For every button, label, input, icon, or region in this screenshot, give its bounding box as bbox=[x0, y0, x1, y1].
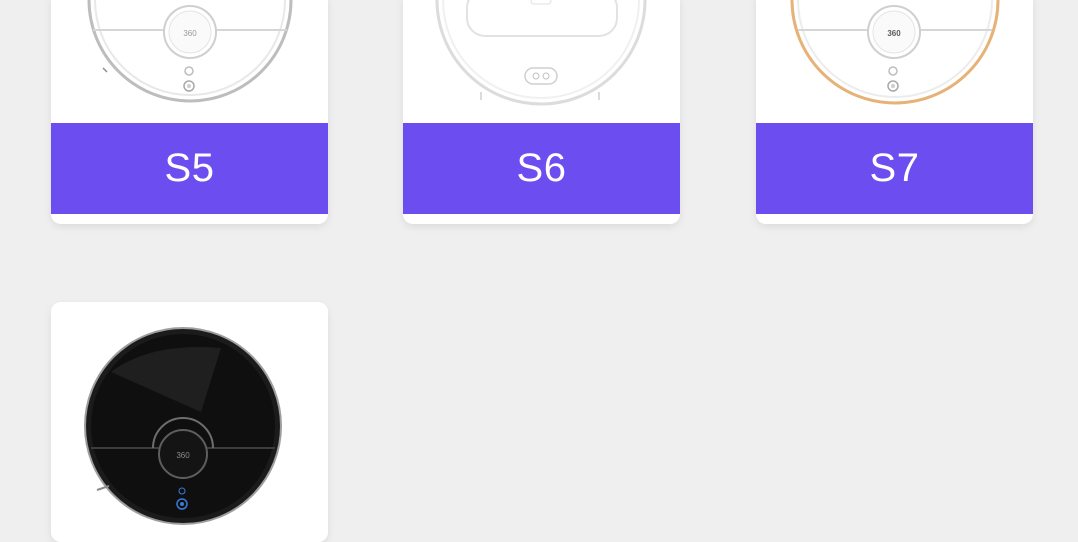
brand-mark-360: 360 bbox=[887, 29, 901, 38]
robot-vacuum-s6-image bbox=[403, 0, 680, 123]
robot-vacuum-black-image: 360 bbox=[51, 302, 328, 542]
model-card-s7[interactable]: 360 S7 bbox=[756, 0, 1033, 224]
model-card-s5[interactable]: 360 S5 bbox=[51, 0, 328, 224]
brand-mark-360: 360 bbox=[183, 29, 197, 38]
model-label: S5 bbox=[51, 123, 328, 214]
model-label: S7 bbox=[756, 123, 1033, 214]
robot-vacuum-s5-image: 360 bbox=[51, 0, 328, 123]
model-label: S6 bbox=[403, 123, 680, 214]
model-card-black[interactable]: 360 bbox=[51, 302, 328, 542]
robot-vacuum-s7-image: 360 bbox=[756, 0, 1033, 123]
brand-mark-360: 360 bbox=[176, 451, 190, 460]
model-card-s6[interactable]: S6 bbox=[403, 0, 680, 224]
